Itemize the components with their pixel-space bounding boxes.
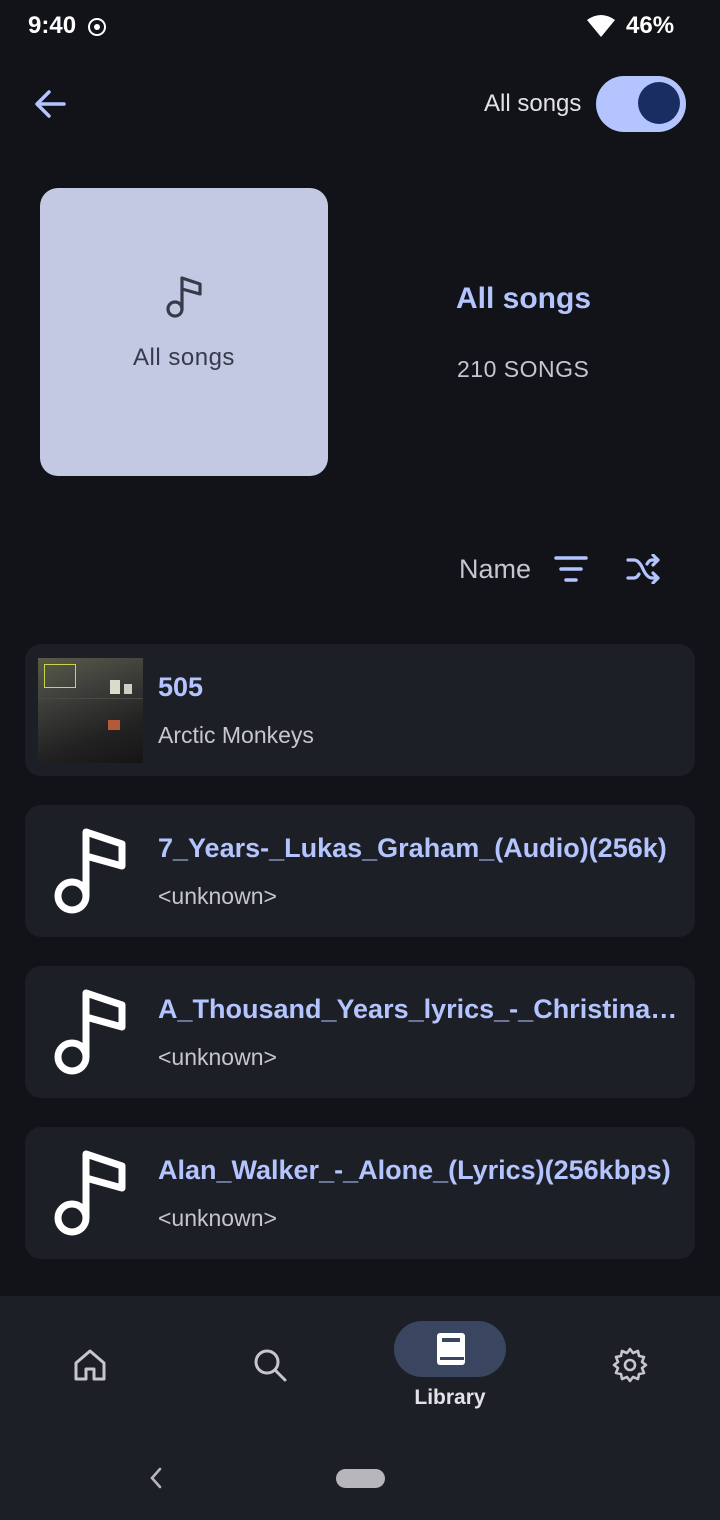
song-title: 505 bbox=[158, 672, 204, 702]
status-time: 9:40 bbox=[28, 12, 77, 39]
sort-label[interactable]: Name bbox=[459, 554, 531, 585]
home-gesture-pill[interactable] bbox=[336, 1469, 385, 1488]
settings-gear-icon[interactable] bbox=[612, 1347, 648, 1383]
song-count: 210 SONGS bbox=[457, 356, 590, 382]
toggle-thumb bbox=[638, 82, 680, 124]
song-artist: <unknown> bbox=[158, 1205, 277, 1231]
song-artist: <unknown> bbox=[158, 1044, 277, 1070]
library-book-icon bbox=[437, 1333, 465, 1365]
battery-percent: 46% bbox=[626, 12, 675, 39]
music-note-icon bbox=[54, 1150, 126, 1236]
system-back-icon[interactable] bbox=[148, 1466, 164, 1490]
sort-icon[interactable] bbox=[553, 554, 589, 584]
playlist-cover bbox=[40, 188, 328, 476]
song-title: Alan_Walker_-_Alone_(Lyrics)(256kbps) bbox=[158, 1155, 671, 1185]
cover-label: All songs bbox=[133, 344, 235, 371]
music-note-icon bbox=[54, 828, 126, 914]
all-songs-toggle-label: All songs bbox=[484, 90, 582, 117]
song-title: A_Thousand_Years_lyrics_-_Christina_Perr… bbox=[158, 994, 678, 1024]
back-arrow-icon[interactable] bbox=[32, 86, 68, 122]
wifi-icon bbox=[587, 15, 615, 37]
home-icon[interactable] bbox=[72, 1347, 108, 1383]
location-status-icon bbox=[88, 18, 106, 36]
song-title: 7_Years-_Lukas_Graham_(Audio)(256k) bbox=[158, 833, 667, 863]
nav-library-label: Library bbox=[414, 1386, 486, 1409]
playlist-title: All songs bbox=[456, 282, 592, 315]
song-artist: <unknown> bbox=[158, 883, 277, 909]
search-icon[interactable] bbox=[252, 1347, 288, 1383]
album-art bbox=[38, 658, 143, 763]
song-artist: Arctic Monkeys bbox=[158, 722, 314, 748]
shuffle-icon[interactable] bbox=[625, 554, 661, 584]
music-note-icon bbox=[54, 989, 126, 1075]
music-note-icon bbox=[166, 276, 202, 318]
